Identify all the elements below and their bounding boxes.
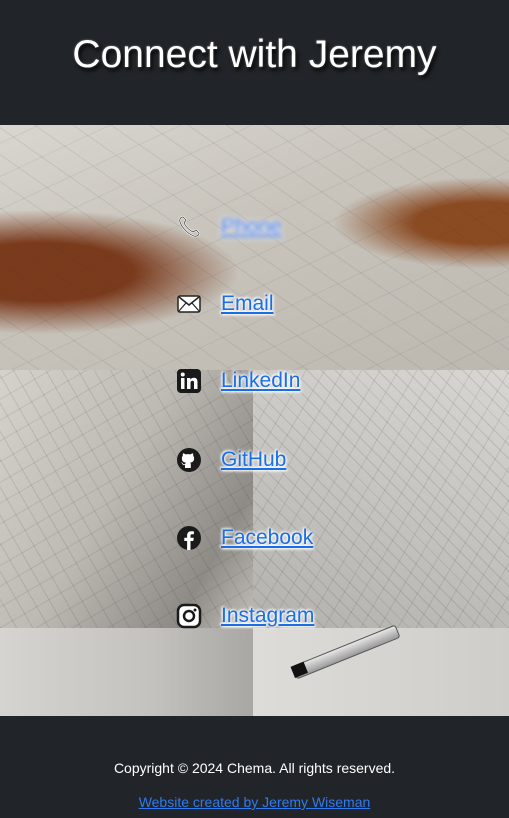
contact-link-phone[interactable]: Phone xyxy=(176,212,282,242)
contact-link-linkedin[interactable]: LinkedIn xyxy=(176,366,300,396)
linkedin-link[interactable]: LinkedIn xyxy=(221,369,300,393)
instagram-link[interactable]: Instagram xyxy=(221,604,314,628)
instagram-icon xyxy=(176,603,202,629)
facebook-link[interactable]: Facebook xyxy=(221,526,313,550)
contact-link-instagram[interactable]: Instagram xyxy=(176,601,314,631)
github-link[interactable]: GitHub xyxy=(221,448,286,472)
credit-link[interactable]: Website created by Jeremy Wiseman xyxy=(139,794,371,810)
contact-link-email[interactable]: Email xyxy=(176,289,274,319)
contact-links: Phone Email LinkedIn GitHub Facebook Ins… xyxy=(0,125,509,716)
phone-icon xyxy=(176,214,202,240)
page-footer: Copyright © 2024 Chema. All rights reser… xyxy=(0,716,509,818)
envelope-icon xyxy=(176,291,202,317)
contact-link-github[interactable]: GitHub xyxy=(176,445,286,475)
email-link[interactable]: Email xyxy=(221,292,274,316)
linkedin-icon xyxy=(176,368,202,394)
github-icon xyxy=(176,447,202,473)
credit-line: Website created by Jeremy Wiseman xyxy=(0,794,509,810)
page-header: Connect with Jeremy xyxy=(0,0,509,125)
hero-background: Phone Email LinkedIn GitHub Facebook Ins… xyxy=(0,125,509,716)
phone-link[interactable]: Phone xyxy=(221,215,282,239)
copyright-text: Copyright © 2024 Chema. All rights reser… xyxy=(113,760,396,776)
facebook-icon xyxy=(176,525,202,551)
contact-link-facebook[interactable]: Facebook xyxy=(176,523,313,553)
page-title: Connect with Jeremy xyxy=(72,33,437,76)
